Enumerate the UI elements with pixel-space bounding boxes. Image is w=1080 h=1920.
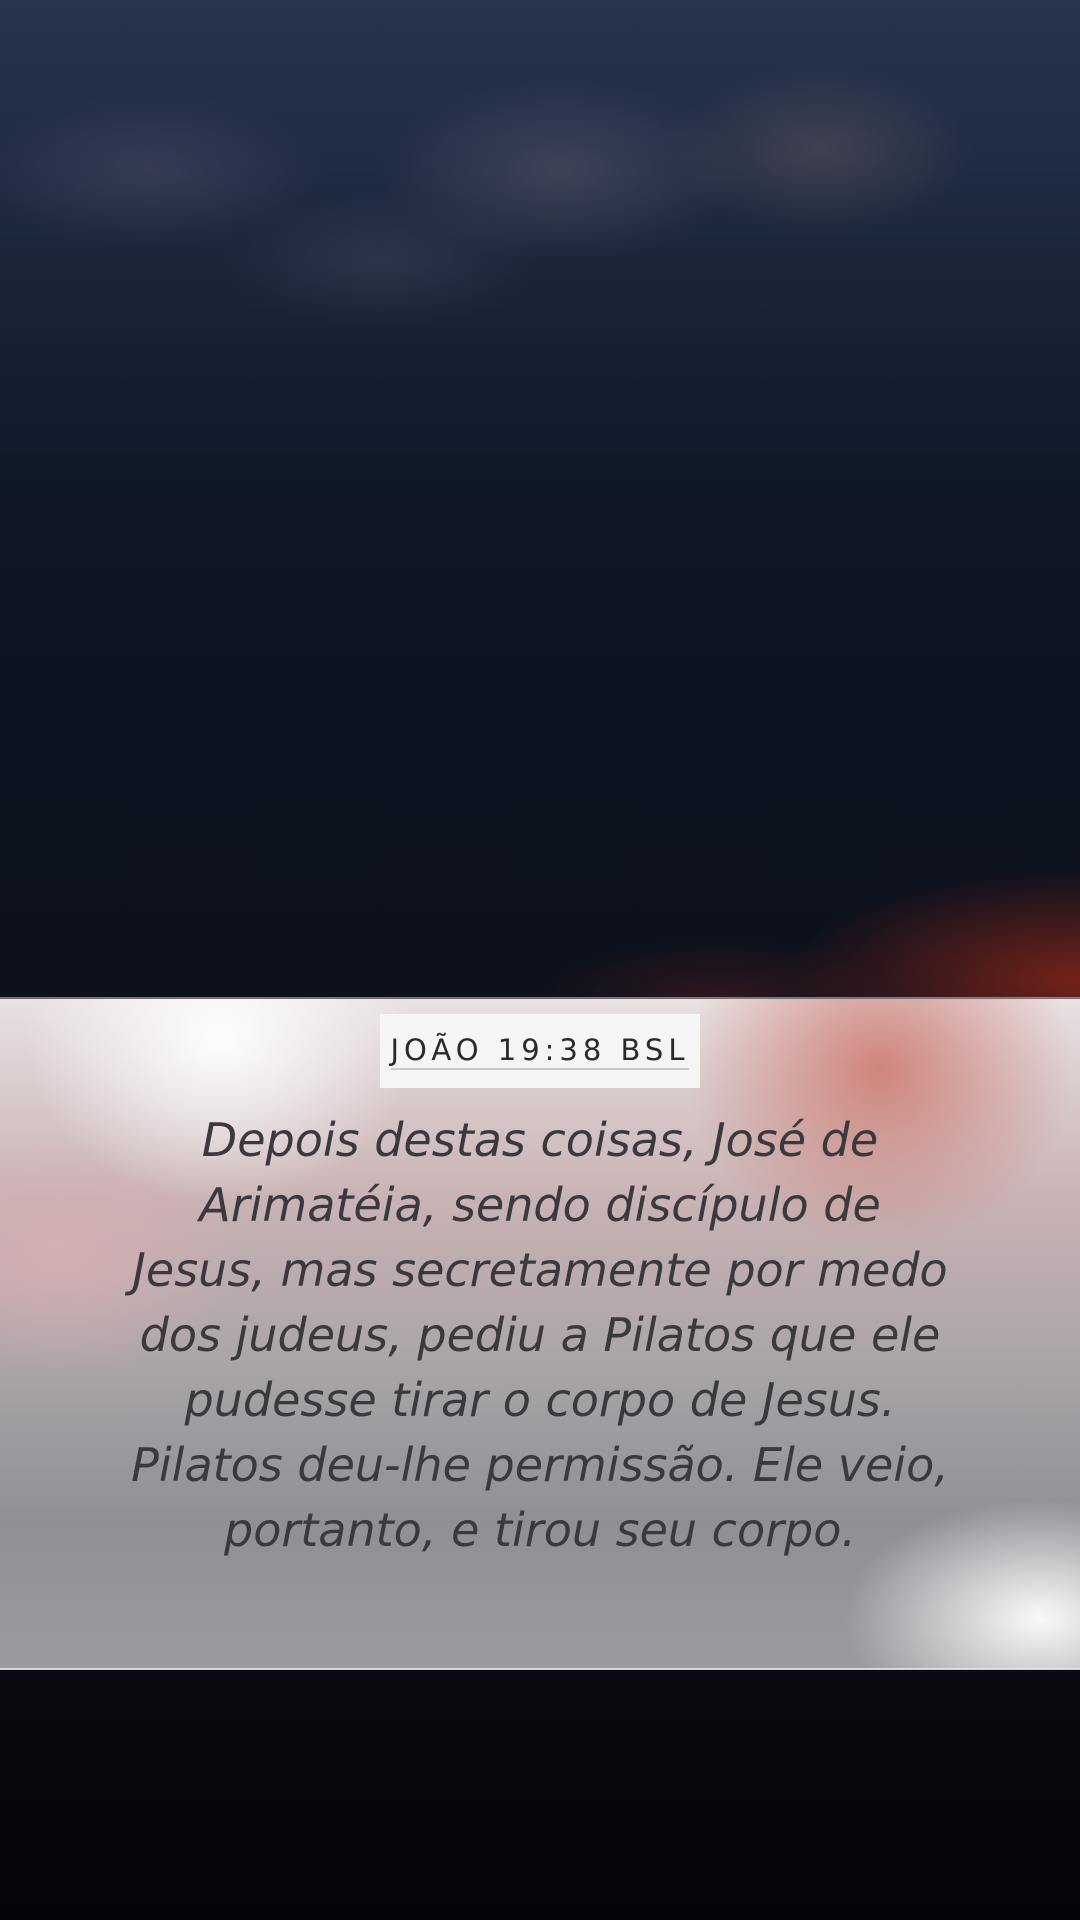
verse-line: dos judeus, pediu a Pilatos que ele — [139, 1308, 941, 1362]
verse-line: pudesse tirar o corpo de Jesus. — [184, 1373, 896, 1427]
verse-line: Pilatos deu-lhe permissão. Ele veio, — [131, 1438, 949, 1492]
verse-line: Arimatéia, sendo discípulo de — [199, 1178, 881, 1232]
sky-background — [0, 0, 1080, 998]
verse-reference: JOÃO 19:38 BSL — [390, 1033, 690, 1070]
verse-line: portanto, e tirou seu corpo. — [224, 1503, 856, 1557]
verse-reference-box: JOÃO 19:38 BSL — [380, 1014, 700, 1088]
bottom-background — [0, 1670, 1080, 1920]
verse-line: Jesus, mas secretamente por medo — [132, 1243, 948, 1297]
verse-text: Depois destas coisas, José de Arimatéia,… — [70, 1108, 1010, 1563]
verse-line: Depois destas coisas, José de — [201, 1113, 879, 1167]
verse-image: JOÃO 19:38 BSL Depois destas coisas, Jos… — [0, 0, 1080, 1920]
